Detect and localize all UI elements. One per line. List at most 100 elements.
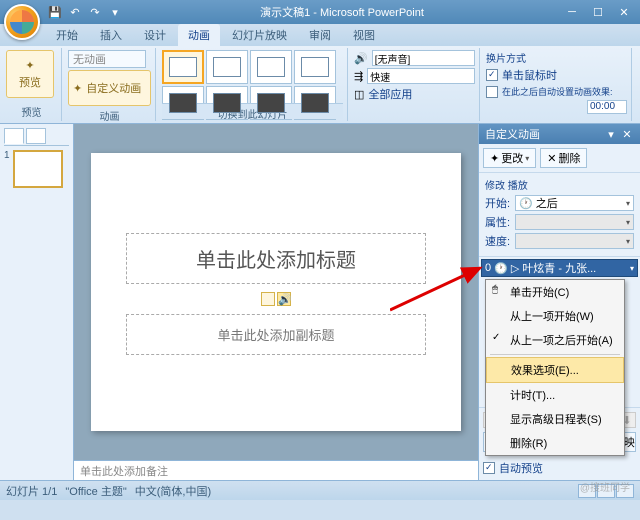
qat-redo-icon[interactable]: ↷	[86, 3, 104, 21]
ctx-start-withprev[interactable]: 从上一项开始(W)	[486, 304, 624, 328]
subtitle-placeholder[interactable]: 单击此处添加副标题	[126, 314, 426, 355]
sound-dropdown[interactable]: [无声音]	[372, 50, 475, 66]
tab-view[interactable]: 视图	[343, 24, 385, 46]
transition-item[interactable]	[250, 50, 292, 84]
statusbar: 幻灯片 1/1 "Office 主题" 中文(简体,中国)	[0, 480, 640, 500]
effect-item[interactable]: 0 🕐 ▷ 叶炫青 - 九张... ▾	[481, 259, 638, 277]
quick-access-toolbar: 💾 ↶ ↷ ▾	[46, 3, 124, 21]
sound-icon: 🔊	[354, 52, 368, 65]
titlebar: 💾 ↶ ↷ ▾ 演示文稿1 - Microsoft PowerPoint ─ ☐…	[0, 0, 640, 24]
change-icon: ✦	[490, 152, 499, 165]
tab-insert[interactable]: 插入	[90, 24, 132, 46]
qat-undo-icon[interactable]: ↶	[66, 3, 84, 21]
autopreview-label: 自动预览	[499, 460, 543, 476]
ctx-start-onclick[interactable]: 🖱单击开始(C)	[486, 280, 624, 304]
status-slide: 幻灯片 1/1	[6, 483, 57, 499]
speed-icon: ⇶	[354, 70, 363, 83]
group-label-sound	[354, 117, 475, 119]
notes-pane[interactable]: 单击此处添加备注	[74, 460, 478, 480]
qat-save-icon[interactable]: 💾	[46, 3, 64, 21]
slide-thumbnail[interactable]: 1	[4, 150, 69, 188]
ctx-show-timeline[interactable]: 显示高级日程表(S)	[486, 407, 624, 431]
start-dropdown[interactable]: 🕐 之后▾	[515, 195, 634, 211]
play-icon: ▷	[511, 262, 519, 275]
taskpane-title: 自定义动画	[485, 126, 540, 142]
thumb-number: 1	[4, 150, 10, 161]
group-sound: 🔊 [无声音] ⇶ 快速 ◫ 全部应用	[350, 48, 480, 121]
apply-all-button[interactable]: 全部应用	[368, 86, 412, 102]
tab-slideshow[interactable]: 幻灯片放映	[222, 24, 297, 46]
apply-all-icon: ◫	[354, 88, 364, 101]
auto-advance-checkbox[interactable]	[486, 86, 498, 98]
office-button[interactable]	[4, 4, 40, 40]
group-animation: 无动画 ✦ 自定义动画 动画	[64, 48, 156, 121]
separator	[490, 354, 620, 355]
preview-label: 预览	[19, 74, 41, 90]
effect-dropdown-icon[interactable]: ▾	[630, 264, 634, 273]
maximize-button[interactable]: ☐	[586, 3, 610, 21]
status-theme: "Office 主题"	[65, 483, 126, 499]
mouse-icon: 🖱	[492, 284, 498, 295]
remove-effect-button[interactable]: ✕删除	[540, 148, 587, 168]
change-effect-button[interactable]: ✦更改▾	[483, 148, 536, 168]
transition-item[interactable]	[294, 50, 336, 84]
preview-button[interactable]: ✦ 预览	[6, 50, 54, 98]
slide-editor: 单击此处添加标题 🔊 单击此处添加副标题 单击此处添加备注	[74, 124, 478, 480]
qat-more-icon[interactable]: ▾	[106, 3, 124, 21]
remove-icon: ✕	[547, 152, 556, 165]
effect-index: 0	[485, 262, 491, 274]
slides-tab[interactable]	[4, 128, 24, 144]
title-placeholder[interactable]: 单击此处添加标题	[126, 233, 426, 284]
ctx-timing[interactable]: 计时(T)...	[486, 383, 624, 407]
advance-time-input[interactable]: 00:00	[587, 100, 627, 114]
transition-none[interactable]	[162, 50, 204, 84]
on-click-label: 单击鼠标时	[502, 67, 557, 83]
property-dropdown: ▾	[515, 214, 634, 230]
clock-icon: 🕐	[519, 198, 533, 210]
window-title: 演示文稿1 - Microsoft PowerPoint	[124, 4, 560, 20]
minimize-button[interactable]: ─	[560, 3, 584, 21]
group-advance: 换片方式 单击鼠标时 在此之后自动设置动画效果: 00:00	[482, 48, 632, 121]
start-label: 开始:	[485, 195, 515, 211]
thumbnail-pane: 1	[0, 124, 74, 480]
advance-title: 换片方式	[486, 50, 627, 65]
ctx-delete[interactable]: 删除(R)	[486, 431, 624, 455]
tab-review[interactable]: 审阅	[299, 24, 341, 46]
clock-icon: 🕐	[494, 262, 508, 275]
tab-design[interactable]: 设计	[134, 24, 176, 46]
ctx-effect-options[interactable]: 效果选项(E)...	[486, 357, 624, 383]
transition-item[interactable]	[206, 50, 248, 84]
sound-indicator-icon: 🔊	[277, 292, 291, 306]
group-preview: ✦ 预览 预览	[2, 48, 62, 121]
taskpane-menu-icon[interactable]: ▾	[604, 127, 618, 141]
property-label: 属性:	[485, 214, 515, 230]
ctx-start-afterprev[interactable]: ✓从上一项之后开始(A)	[486, 328, 624, 352]
ribbon-tabs: 开始 插入 设计 动画 幻灯片放映 审阅 视图	[0, 24, 640, 46]
ribbon: ✦ 预览 预览 无动画 ✦ 自定义动画 动画 切换到此幻灯片 🔊[无声	[0, 46, 640, 124]
custom-animation-button[interactable]: ✦ 自定义动画	[68, 70, 151, 106]
status-language: 中文(简体,中国)	[135, 483, 211, 499]
watermark: @搜班同学	[580, 479, 630, 494]
tab-home[interactable]: 开始	[46, 24, 88, 46]
slide-canvas[interactable]: 单击此处添加标题 🔊 单击此处添加副标题	[74, 124, 478, 460]
star-icon: ✦	[25, 59, 34, 72]
effect-name: 叶炫青 - 九张...	[522, 260, 627, 276]
transition-gallery[interactable]	[162, 50, 343, 100]
autopreview-checkbox[interactable]	[483, 462, 495, 474]
on-click-checkbox[interactable]	[486, 69, 498, 81]
anim-icon: ✦	[73, 82, 82, 95]
animation-dropdown[interactable]: 无动画	[68, 50, 146, 68]
close-button[interactable]: ✕	[612, 3, 636, 21]
workspace: 1 单击此处添加标题 🔊 单击此处添加副标题 单击此处添加备注 自定义动画 ▾ …	[0, 124, 640, 480]
thumb-image[interactable]	[13, 150, 63, 188]
tab-animations[interactable]: 动画	[178, 24, 220, 46]
group-label-anim: 动画	[68, 106, 151, 123]
taskpane-close-icon[interactable]: ✕	[620, 127, 634, 141]
outline-tab[interactable]	[26, 128, 46, 144]
speed-dropdown[interactable]: 快速	[367, 68, 475, 84]
effect-list: 0 🕐 ▷ 叶炫青 - 九张... ▾ 🖱单击开始(C) 从上一项开始(W) ✓…	[479, 257, 640, 407]
taskpane-header: 自定义动画 ▾ ✕	[479, 124, 640, 144]
modify-label: 修改 播放	[485, 177, 634, 192]
slide: 单击此处添加标题 🔊 单击此处添加副标题	[91, 153, 461, 431]
group-label-preview: 预览	[6, 102, 57, 119]
